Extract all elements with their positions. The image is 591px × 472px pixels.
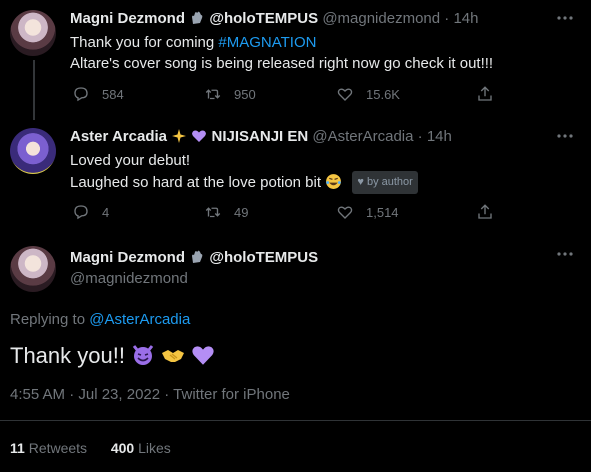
text-line-1: Loved your debut!	[70, 152, 191, 169]
retweet-icon	[205, 207, 221, 218]
replying-to: Replying to @AsterArcadia	[10, 311, 191, 328]
affiliation: NIJISANJI EN	[211, 128, 309, 145]
handle[interactable]: @AsterArcadia	[312, 128, 413, 145]
thread-line	[33, 60, 35, 120]
like-count: 15.6K	[366, 86, 400, 102]
handle-display[interactable]: @holoTEMPUS	[209, 249, 318, 266]
main-author: Magni Dezmond @holoTEMPUS	[70, 248, 318, 271]
tweet-header: Magni Dezmond @holoTEMPUS @magnidezmond …	[70, 9, 478, 32]
avatar[interactable]	[10, 10, 56, 56]
tweet-magni-1[interactable]: Magni Dezmond @holoTEMPUS @magnidezmond …	[0, 0, 591, 120]
tweet-text: Loved your debut! Laughed so hard at the…	[70, 150, 418, 196]
handle[interactable]: @magnidezmond	[70, 269, 188, 289]
likes-stat[interactable]: 400 Likes	[111, 440, 171, 456]
author-badge: ♥ by author	[352, 171, 418, 194]
handshake-emoji-icon	[161, 343, 185, 375]
retweet-count: 49	[234, 204, 249, 220]
retweet-button[interactable]: 49	[204, 203, 248, 221]
more-icon[interactable]	[556, 127, 574, 150]
divider	[0, 420, 591, 421]
avatar[interactable]	[10, 128, 56, 174]
avatar[interactable]	[10, 246, 56, 292]
main-tweet-text: Thank you!!	[10, 341, 215, 375]
display-name[interactable]: Aster Arcadia	[70, 128, 167, 145]
hand-emoji-icon	[189, 10, 205, 32]
text-line-1: Thank you for coming	[70, 34, 219, 51]
display-name[interactable]: Magni Dezmond	[70, 249, 185, 266]
like-count: 1,514	[366, 204, 399, 220]
like-button[interactable]: 1,514	[336, 203, 399, 221]
more-icon[interactable]	[556, 9, 574, 32]
share-button[interactable]	[476, 85, 494, 103]
text-line-2: Altare's cover song is being released ri…	[70, 55, 494, 72]
devil-emoji-icon	[131, 343, 155, 375]
purple-heart-emoji-icon	[191, 128, 207, 150]
reply-button[interactable]: 584	[72, 85, 124, 103]
retweet-button[interactable]: 950	[204, 85, 256, 103]
like-icon	[337, 88, 353, 101]
reply-count: 4	[102, 204, 110, 220]
share-icon	[478, 86, 492, 101]
like-icon	[337, 206, 353, 219]
hashtag-link[interactable]: #MAGNATION	[218, 34, 316, 51]
share-icon	[478, 204, 492, 219]
like-button[interactable]: 15.6K	[336, 85, 400, 103]
action-bar: 4 49 1,514	[70, 203, 500, 223]
tweet-text: Thank you for coming #MAGNATION Altare's…	[70, 32, 493, 74]
text-line-2: Laughed so hard at the love potion bit	[70, 174, 322, 191]
retweets-stat[interactable]: 11 Retweets	[10, 440, 87, 456]
action-bar: 584 950 15.6K	[70, 85, 500, 105]
purple-heart-emoji-icon	[191, 343, 215, 375]
reply-count: 584	[102, 86, 124, 102]
handle[interactable]: @magnidezmond	[322, 10, 440, 27]
engagement-stats: 11 Retweets 400 Likes	[10, 438, 171, 458]
heart-badge-icon: ♥	[357, 176, 364, 188]
reply-button[interactable]: 4	[72, 203, 109, 221]
handle-display[interactable]: @holoTEMPUS	[209, 10, 318, 27]
retweet-icon	[205, 89, 221, 100]
share-button[interactable]	[476, 203, 494, 221]
main-tweet: Magni Dezmond @holoTEMPUS @magnidezmond …	[0, 236, 591, 472]
tweet-header: Aster Arcadia NIJISANJI EN @AsterArcadia…	[70, 127, 452, 150]
sparkle-emoji-icon	[171, 128, 187, 150]
tweet-aster-reply[interactable]: Aster Arcadia NIJISANJI EN @AsterArcadia…	[0, 118, 591, 236]
reply-icon	[74, 87, 88, 102]
more-icon[interactable]	[556, 245, 574, 268]
timestamp[interactable]: 14h	[453, 10, 478, 27]
replying-to-link[interactable]: @AsterArcadia	[89, 311, 190, 328]
hand-emoji-icon	[189, 249, 205, 271]
timestamp[interactable]: 14h	[427, 128, 452, 145]
retweet-count: 950	[234, 86, 256, 102]
display-name[interactable]: Magni Dezmond	[70, 10, 185, 27]
reply-icon	[74, 205, 88, 220]
tweet-timestamp[interactable]: 4:55 AM · Jul 23, 2022 · Twitter for iPh…	[10, 385, 290, 405]
laughing-emoji-icon	[325, 173, 342, 196]
